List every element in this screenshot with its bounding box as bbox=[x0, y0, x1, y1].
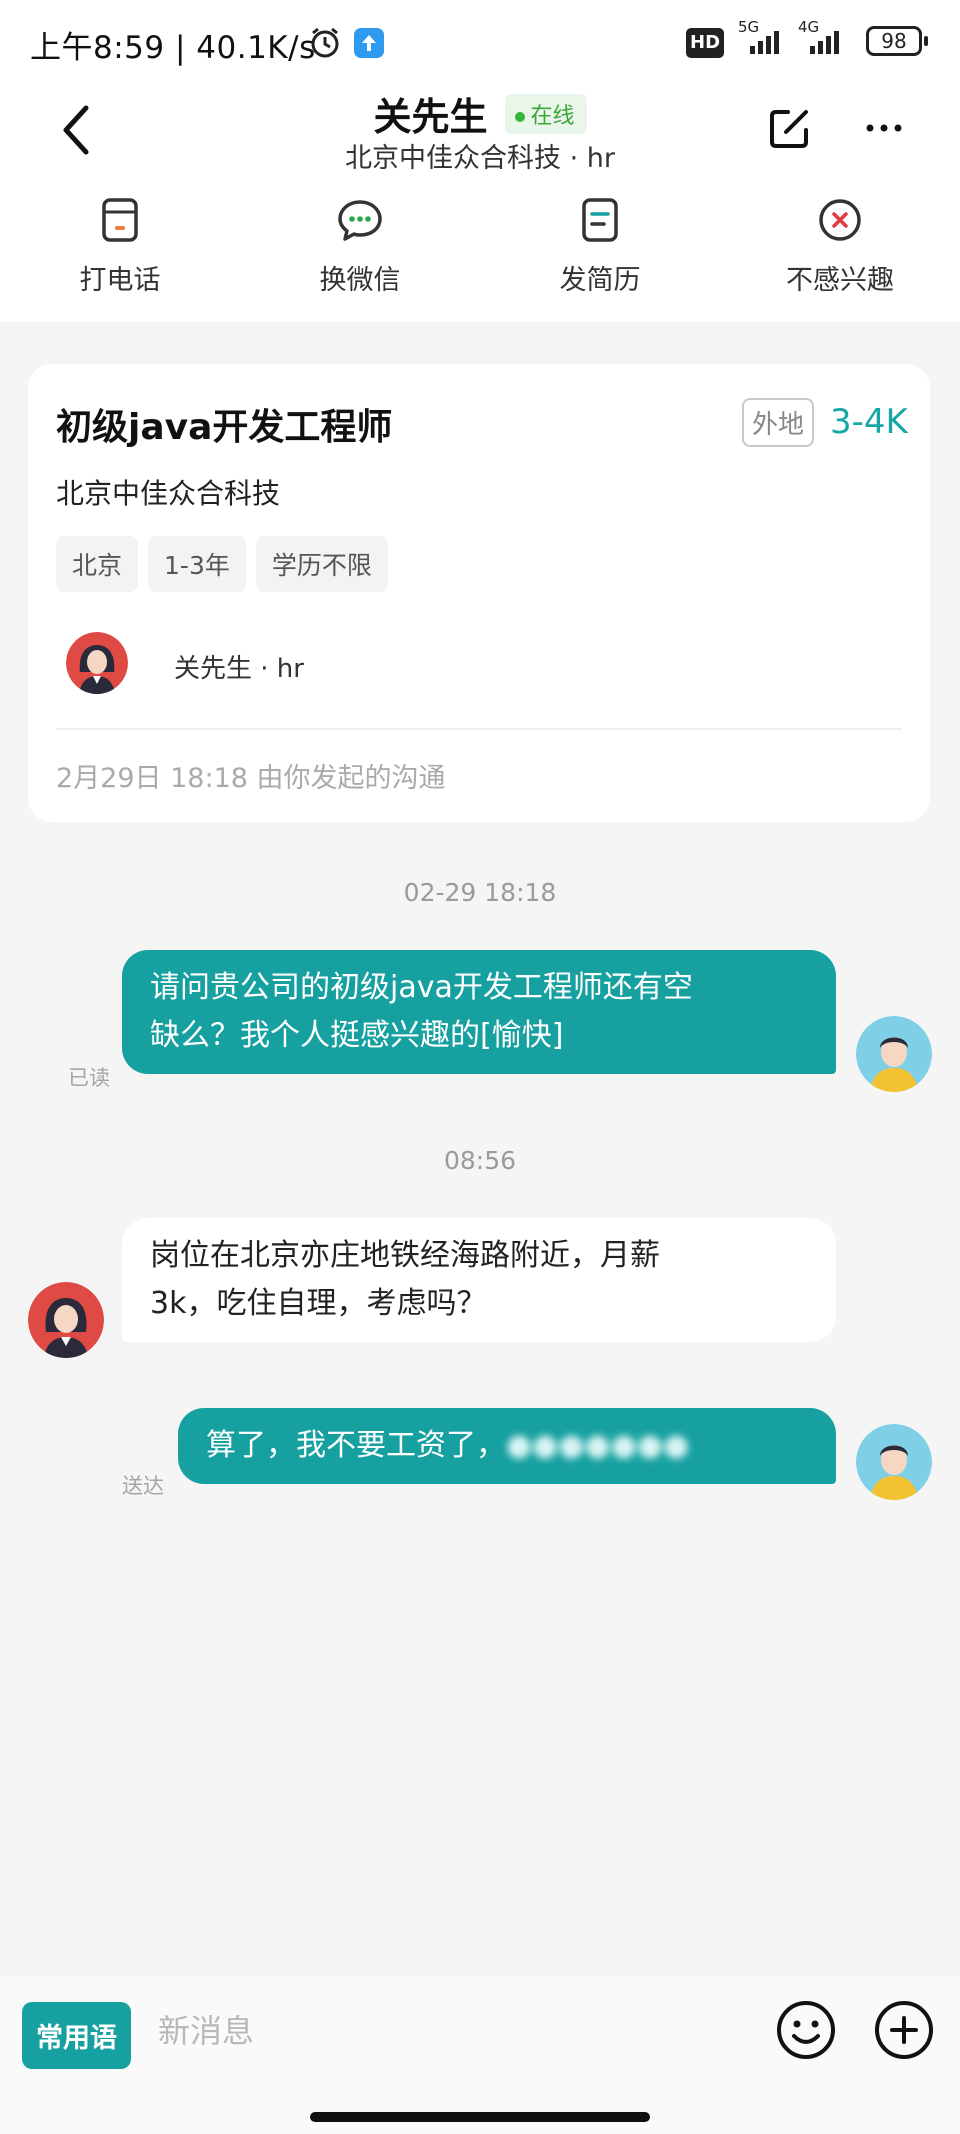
status-bar: 上午8:59 | 40.1K/s HD 5G 4G 98 bbox=[0, 0, 960, 86]
my-message-bubble[interactable]: 请问贵公司的初级java开发工程师还有空 缺么？我个人挺感兴趣的[愉快] bbox=[122, 950, 836, 1074]
emoji-icon[interactable] bbox=[774, 1998, 838, 2062]
plus-icon[interactable] bbox=[872, 1998, 936, 2062]
phone-icon bbox=[102, 198, 138, 242]
delivered-status: 送达 bbox=[122, 1474, 164, 1498]
location-tag: 外地 bbox=[742, 398, 815, 447]
hd-badge: HD bbox=[686, 28, 725, 58]
my-message-bubble[interactable]: 算了，我不要工资了，●●●●●●● bbox=[178, 1408, 836, 1484]
message-line: 岗位在北京亦庄地铁经海路附近，月薪 bbox=[150, 1238, 660, 1273]
salary: 3-4K bbox=[830, 402, 908, 442]
blurred-text: ●●●●●●● bbox=[506, 1428, 690, 1463]
online-dot bbox=[514, 111, 525, 122]
not-interested-icon bbox=[819, 199, 861, 241]
upload-notification-icon bbox=[354, 28, 384, 58]
chat-title: 关先生 在线 bbox=[0, 86, 960, 141]
tag-experience: 1-3年 bbox=[148, 536, 246, 592]
message-line: 3k，吃住自理，考虑吗？ bbox=[150, 1286, 487, 1321]
chat-timestamp: 02-29 18:18 bbox=[403, 878, 557, 907]
edit-icon[interactable] bbox=[766, 104, 814, 152]
battery-level: 98 bbox=[881, 29, 907, 53]
input-bar: 常用语 bbox=[0, 1976, 960, 2134]
send-resume-label: 发简历 bbox=[559, 265, 641, 296]
chat-timestamp: 08:56 bbox=[443, 1146, 517, 1175]
divider bbox=[56, 728, 902, 730]
job-tags: 北京 1-3年 学历不限 bbox=[56, 536, 398, 592]
online-badge: 在线 bbox=[504, 93, 587, 134]
message-line: 请问贵公司的初级java开发工程师还有空 bbox=[150, 970, 693, 1005]
clock-text: 上午8:59 bbox=[30, 30, 165, 66]
message-text: 算了，我不要工资了， bbox=[206, 1428, 506, 1463]
resume-icon bbox=[582, 198, 618, 242]
home-indicator[interactable] bbox=[310, 2112, 650, 2122]
signal-icon-2 bbox=[810, 31, 839, 54]
more-icon[interactable] bbox=[862, 106, 906, 150]
job-card[interactable]: 初级java开发工程师 外地 3-4K 北京中佳众合科技 北京 1-3年 学历不限 … bbox=[28, 364, 930, 822]
action-row: 打电话 换微信 发简历 不感兴趣 bbox=[0, 196, 960, 306]
not-interested-button[interactable]: 不感兴趣 bbox=[750, 196, 930, 297]
network-speed: 40.1K/s bbox=[196, 30, 316, 66]
status-time: 上午8:59 | 40.1K/s bbox=[30, 22, 316, 67]
signal-icon bbox=[750, 31, 779, 54]
my-avatar[interactable] bbox=[856, 1016, 932, 1092]
hr-chat-avatar[interactable] bbox=[28, 1282, 104, 1358]
contact-subtitle: 北京中佳众合科技 · hr bbox=[345, 143, 615, 174]
tag-education: 学历不限 bbox=[255, 536, 388, 592]
call-button[interactable]: 打电话 bbox=[30, 196, 210, 297]
status-separator: | bbox=[164, 30, 197, 66]
battery-icon: 98 bbox=[866, 26, 928, 56]
online-label: 在线 bbox=[530, 103, 575, 129]
contact-name: 关先生 bbox=[373, 95, 488, 139]
message-line: 缺么？我个人挺感兴趣的[愉快] bbox=[150, 1018, 564, 1053]
call-label: 打电话 bbox=[79, 265, 161, 296]
job-title: 初级java开发工程师 bbox=[56, 407, 393, 448]
message-input[interactable] bbox=[158, 2004, 758, 2058]
not-interested-label: 不感兴趣 bbox=[786, 265, 894, 296]
send-resume-button[interactable]: 发简历 bbox=[510, 196, 690, 297]
tag-city: 北京 bbox=[56, 536, 139, 592]
read-status: 已读 bbox=[68, 1066, 110, 1090]
wechat-icon bbox=[338, 200, 382, 241]
conversation-start-note: 2月29日 18:18 由你发起的沟通 bbox=[56, 763, 446, 794]
card-hr-label: 关先生 · hr bbox=[174, 654, 304, 684]
hr-message-bubble[interactable]: 岗位在北京亦庄地铁经海路附近，月薪 3k，吃住自理，考虑吗？ bbox=[122, 1218, 836, 1342]
alarm-icon bbox=[311, 27, 339, 58]
exchange-wechat-label: 换微信 bbox=[319, 265, 401, 296]
common-phrases-button[interactable]: 常用语 bbox=[22, 2002, 131, 2069]
exchange-wechat-button[interactable]: 换微信 bbox=[270, 196, 450, 297]
hr-avatar bbox=[66, 632, 128, 694]
company-name: 北京中佳众合科技 bbox=[56, 477, 281, 510]
my-avatar[interactable] bbox=[856, 1424, 932, 1500]
